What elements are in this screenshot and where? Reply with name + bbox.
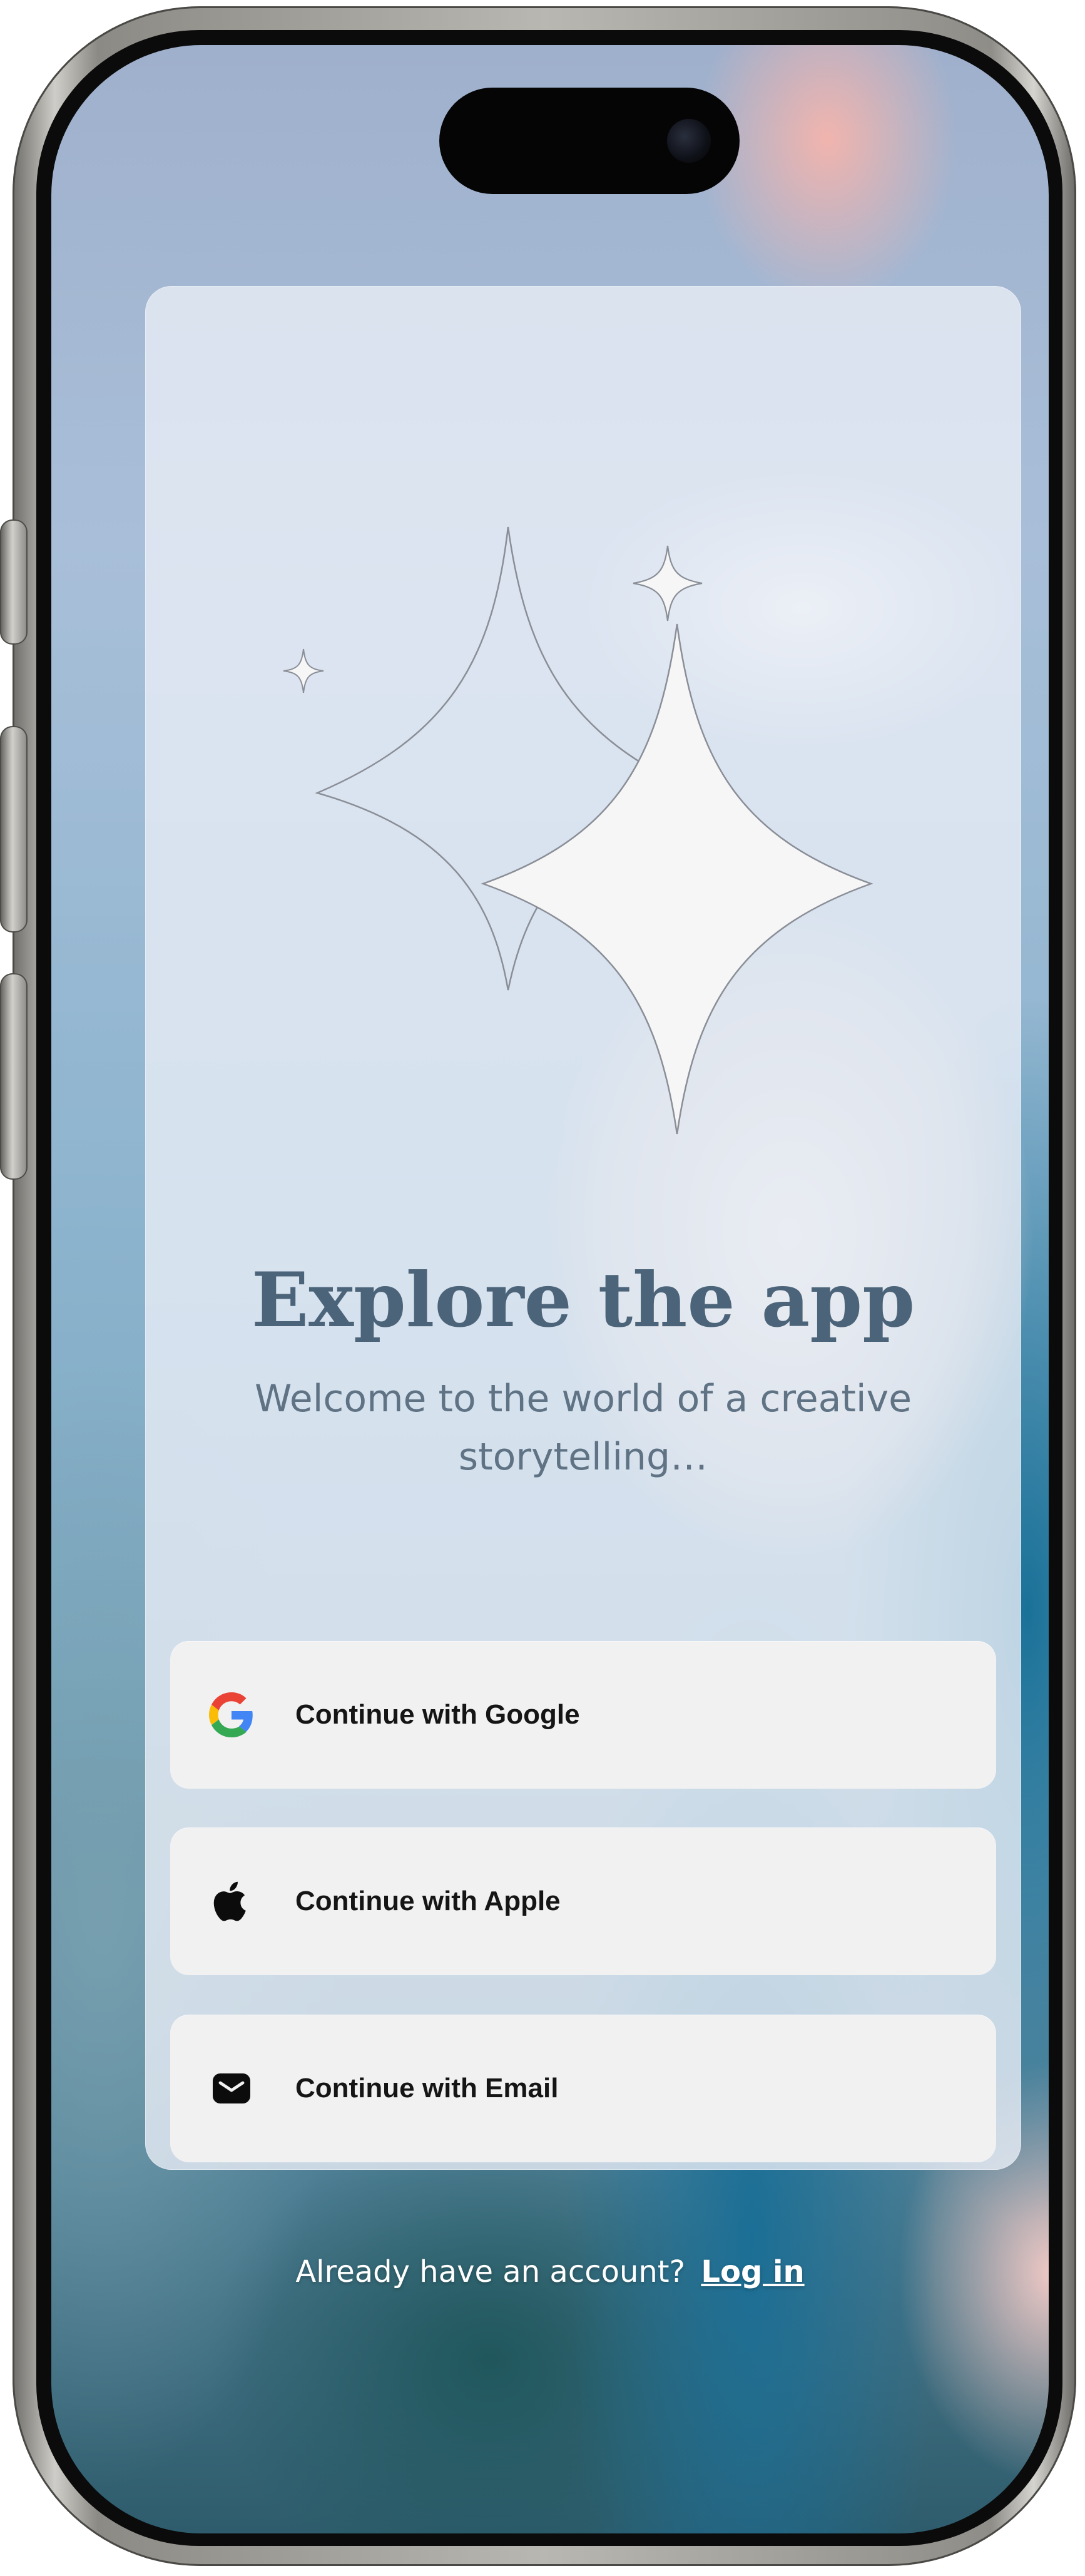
- onboarding-card: Explore the app Welcome to the world of …: [145, 286, 1021, 2170]
- google-icon: [209, 1692, 253, 1737]
- log-in-link[interactable]: Log in: [701, 2254, 804, 2289]
- login-prompt-text: Already have an account?: [295, 2254, 686, 2289]
- continue-with-apple-button[interactable]: Continue with Apple: [170, 1827, 996, 1975]
- dynamic-island: [439, 88, 740, 194]
- page-subtitle: Welcome to the world of a creative story…: [254, 1377, 912, 1479]
- continue-with-google-button[interactable]: Continue with Google: [170, 1641, 996, 1789]
- continue-with-apple-label: Continue with Apple: [295, 1886, 561, 1916]
- email-icon: [213, 2073, 250, 2103]
- apple-icon: [213, 1881, 246, 1921]
- continue-with-email-label: Continue with Email: [295, 2073, 559, 2103]
- app-screen: Explore the app Welcome to the world of …: [51, 45, 1049, 2533]
- camera-lens: [667, 119, 711, 163]
- volume-down-button: [0, 973, 28, 1180]
- login-prompt: Already have an account? Log in: [51, 2254, 1049, 2289]
- continue-with-google-label: Continue with Google: [295, 1699, 580, 1730]
- volume-up-button: [0, 726, 28, 933]
- sparkles-icon: [283, 526, 874, 1135]
- device-mockup: Explore the app Welcome to the world of …: [0, 0, 1085, 2576]
- page-title: Explore the app: [251, 1256, 915, 1344]
- continue-with-email-button[interactable]: Continue with Email: [170, 2015, 996, 2162]
- action-button: [0, 519, 28, 645]
